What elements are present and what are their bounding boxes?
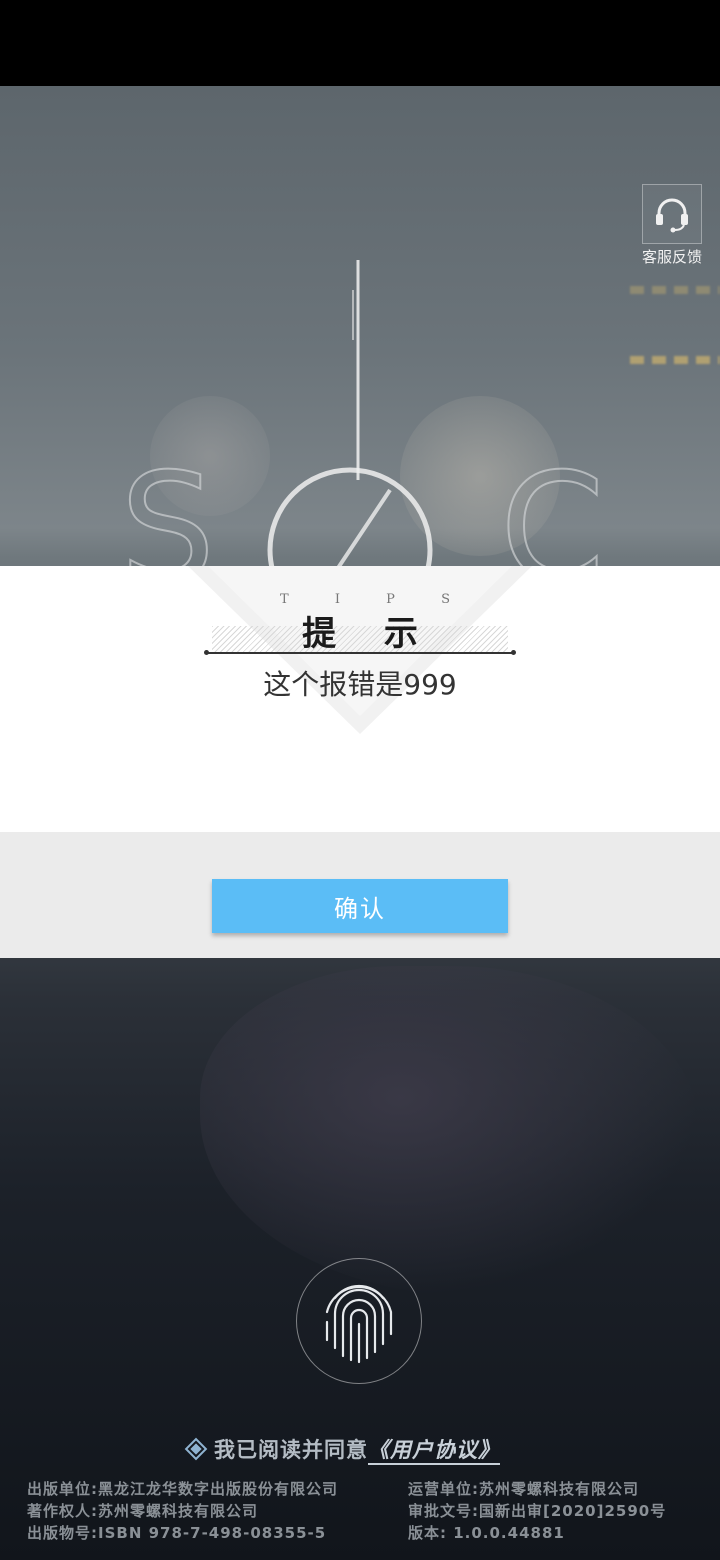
dialog-body: T I P S 提 示 这个报错是999 xyxy=(0,566,720,832)
dialog-message: 这个报错是999 xyxy=(263,668,457,701)
logo-letter-c: C xyxy=(500,442,605,570)
tips-letter: T xyxy=(280,592,289,607)
tips-letter: I xyxy=(334,592,340,607)
publisher-line: 著作权人:苏州零螺科技有限公司 xyxy=(27,1502,259,1520)
customer-support-button[interactable]: 客服反馈 xyxy=(640,184,704,268)
bg-window-lights xyxy=(630,356,720,364)
dialog-title: 提 示 xyxy=(302,614,436,654)
headset-icon xyxy=(642,184,702,244)
logo-letter-s: S xyxy=(120,442,215,570)
title-underline xyxy=(204,650,516,655)
publisher-info-left: 出版单位:黑龙江龙华数字出版股份有限公司 著作权人:苏州零螺科技有限公司 出版物… xyxy=(27,1478,338,1544)
tips-letter: P xyxy=(386,592,395,607)
agreement-text: 我已阅读并同意 xyxy=(214,1438,368,1462)
game-logo: S C xyxy=(119,260,606,570)
agreement-checkbox[interactable] xyxy=(184,1437,208,1461)
user-agreement-link[interactable]: 《用户协议》 xyxy=(368,1434,500,1464)
status-bar xyxy=(0,0,720,86)
publisher-info-right: 运营单位:苏州零螺科技有限公司 审批文号:国新出审[2020]2590号 版本:… xyxy=(408,1478,666,1544)
fingerprint-icon xyxy=(325,1284,393,1364)
tips-letter: S xyxy=(441,592,450,607)
publisher-line: 运营单位:苏州零螺科技有限公司 xyxy=(408,1480,640,1498)
publisher-line: 出版单位:黑龙江龙华数字出版股份有限公司 xyxy=(27,1480,339,1498)
confirm-button[interactable]: 确认 xyxy=(212,879,508,933)
publisher-line: 出版物号:ISBN 978-7-498-08355-5 xyxy=(27,1524,327,1542)
support-label: 客服反馈 xyxy=(641,248,702,266)
bg-character-silhouette xyxy=(200,966,700,1296)
bg-window-lights xyxy=(630,286,720,294)
user-agreement: 我已阅读并同意 《用户协议》 xyxy=(180,1434,500,1464)
fingerprint-start-button[interactable] xyxy=(296,1258,422,1384)
dialog-footer: 确认 xyxy=(0,832,720,958)
publisher-line: 审批文号:国新出审[2020]2590号 xyxy=(408,1502,667,1520)
publisher-line: 版本: 1.0.0.44881 xyxy=(408,1524,565,1542)
tips-label: T I P S xyxy=(280,592,450,607)
alert-dialog: T I P S 提 示 这个报错是999 确认 xyxy=(0,566,720,958)
